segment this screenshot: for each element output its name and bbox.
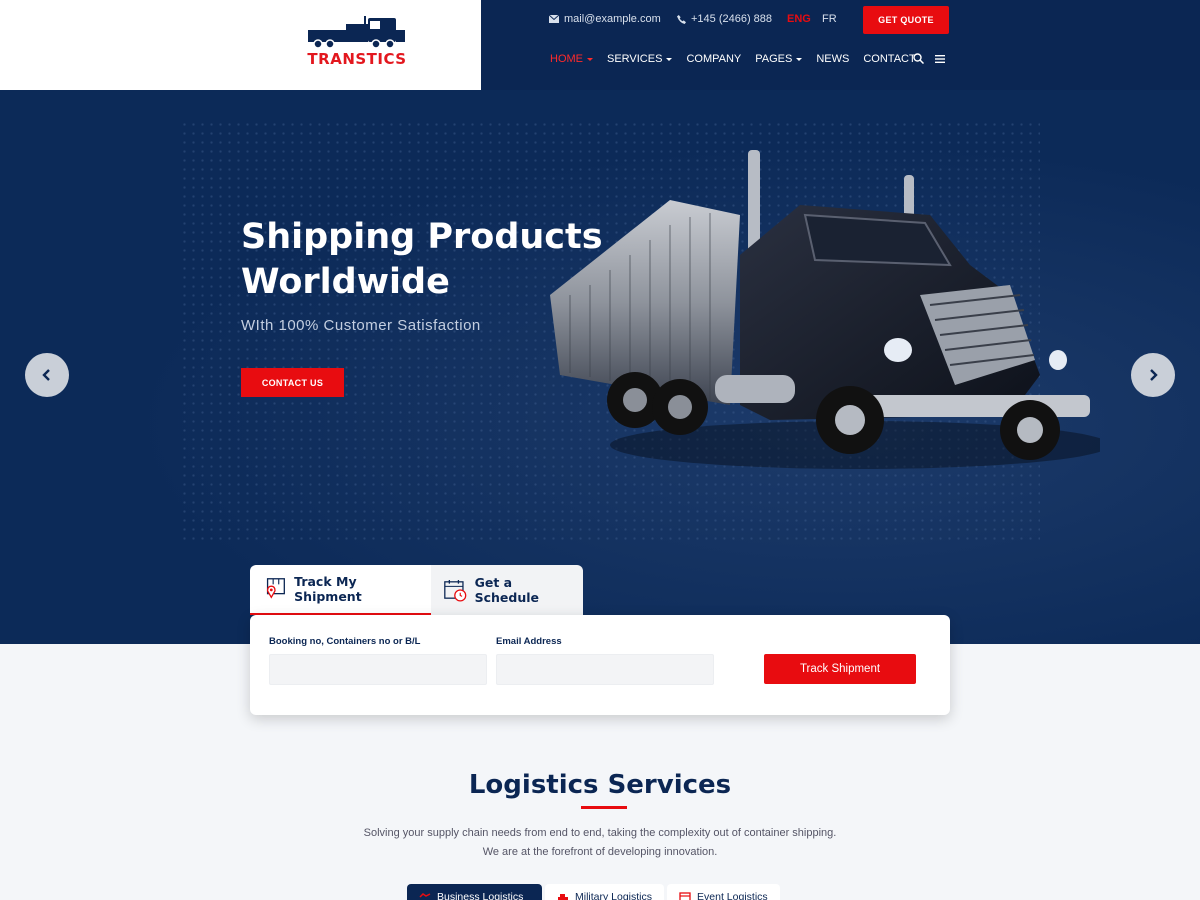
hero-title: Shipping Products Worldwide: [241, 215, 661, 305]
hero-slider: Shipping Products Worldwide WIth 100% Cu…: [0, 90, 1200, 644]
tank-icon: [558, 894, 568, 900]
topbar-email[interactable]: mail@example.com: [549, 13, 661, 25]
nav-news[interactable]: NEWS: [816, 53, 849, 65]
envelope-icon: [549, 15, 559, 23]
topbar-email-text: mail@example.com: [564, 13, 661, 25]
tab-get-schedule[interactable]: Get a Schedule: [431, 565, 583, 615]
tab-business-logistics[interactable]: Business Logistics: [407, 884, 542, 900]
brand-logo[interactable]: TRANSTICS: [306, 16, 408, 68]
topbar-phone-text: +145 (2466) 888: [691, 13, 773, 25]
chevron-down-icon: [587, 57, 593, 61]
brand-name: TRANSTICS: [307, 50, 407, 68]
calendar-clock-icon: [444, 580, 467, 602]
chevron-left-icon: [42, 369, 50, 381]
topbar-phone[interactable]: +145 (2466) 888: [677, 13, 772, 25]
truck-logo-icon: [308, 16, 405, 49]
slider-prev-button[interactable]: [25, 353, 69, 397]
services-tabs: Business Logistics Military Logistics Ev…: [407, 884, 780, 900]
slider-next-button[interactable]: [1131, 353, 1175, 397]
tracking-tabs: Track My Shipment Get a Schedule: [250, 565, 583, 615]
handshake-icon: [419, 893, 431, 898]
services-desc-line1: Solving your supply chain needs from end…: [363, 827, 837, 839]
services-desc-line2: We are at the forefront of developing in…: [482, 846, 718, 858]
nav-contact-label: CONTACT: [863, 53, 916, 65]
hero-title-line2: Worldwide: [241, 262, 450, 302]
services-title: Logistics Services: [468, 770, 732, 800]
tab-event-label: Event Logistics: [697, 891, 768, 900]
nav-company-label: COMPANY: [686, 53, 742, 65]
logo-area: TRANSTICS: [0, 0, 481, 90]
title-underline: [581, 806, 627, 809]
nav-services[interactable]: SERVICES: [607, 53, 673, 65]
get-quote-button[interactable]: GET QUOTE: [863, 6, 949, 34]
tab-schedule-label: Get a Schedule: [474, 575, 539, 605]
contact-us-button[interactable]: CONTACT US: [241, 368, 344, 397]
tab-track-label: Track My Shipment: [294, 574, 362, 604]
search-icon[interactable]: [913, 53, 924, 64]
email-input[interactable]: [496, 654, 714, 685]
nav-pages-label: PAGES: [755, 53, 793, 65]
lang-eng[interactable]: ENG: [787, 13, 811, 25]
nav-services-label: SERVICES: [607, 53, 663, 65]
nav-home[interactable]: HOME: [550, 53, 593, 65]
tab-military-label: Military Logistics: [575, 891, 653, 900]
nav-home-label: HOME: [550, 53, 583, 65]
nav-contact[interactable]: CONTACT: [863, 53, 915, 65]
chevron-right-icon: [1150, 369, 1158, 381]
chevron-down-icon: [796, 57, 803, 61]
booking-input[interactable]: [269, 654, 487, 685]
services-description: Solving your supply chain needs from end…: [0, 824, 1200, 862]
booking-label: Booking no, Containers no or B/L: [269, 636, 421, 647]
tab-track-shipment[interactable]: Track My Shipment: [250, 565, 431, 615]
nav-news-label: NEWS: [816, 53, 850, 65]
chevron-down-icon: [666, 57, 673, 61]
tab-event-logistics[interactable]: Event Logistics: [667, 884, 780, 900]
lang-fr[interactable]: FR: [822, 13, 837, 25]
package-location-icon: [266, 578, 285, 599]
email-label: Email Address: [496, 636, 562, 647]
tab-business-label: Business Logistics: [437, 891, 524, 900]
nav-pages[interactable]: PAGES: [755, 53, 803, 65]
hero-subtitle: WIth 100% Customer Satisfaction: [241, 317, 481, 334]
hero-title-line1: Shipping Products: [241, 217, 603, 257]
tab-military-logistics[interactable]: Military Logistics: [545, 884, 665, 900]
truck-image: [550, 150, 1100, 469]
tracking-form: Booking no, Containers no or B/L Email A…: [250, 615, 950, 715]
phone-icon: [677, 14, 686, 24]
calendar-icon: [679, 892, 691, 900]
menu-icon[interactable]: [935, 55, 945, 63]
track-shipment-button[interactable]: Track Shipment: [764, 654, 916, 684]
main-nav: HOME SERVICES COMPANY PAGES NEWS CONTACT: [550, 53, 930, 65]
nav-company[interactable]: COMPANY: [686, 53, 741, 65]
